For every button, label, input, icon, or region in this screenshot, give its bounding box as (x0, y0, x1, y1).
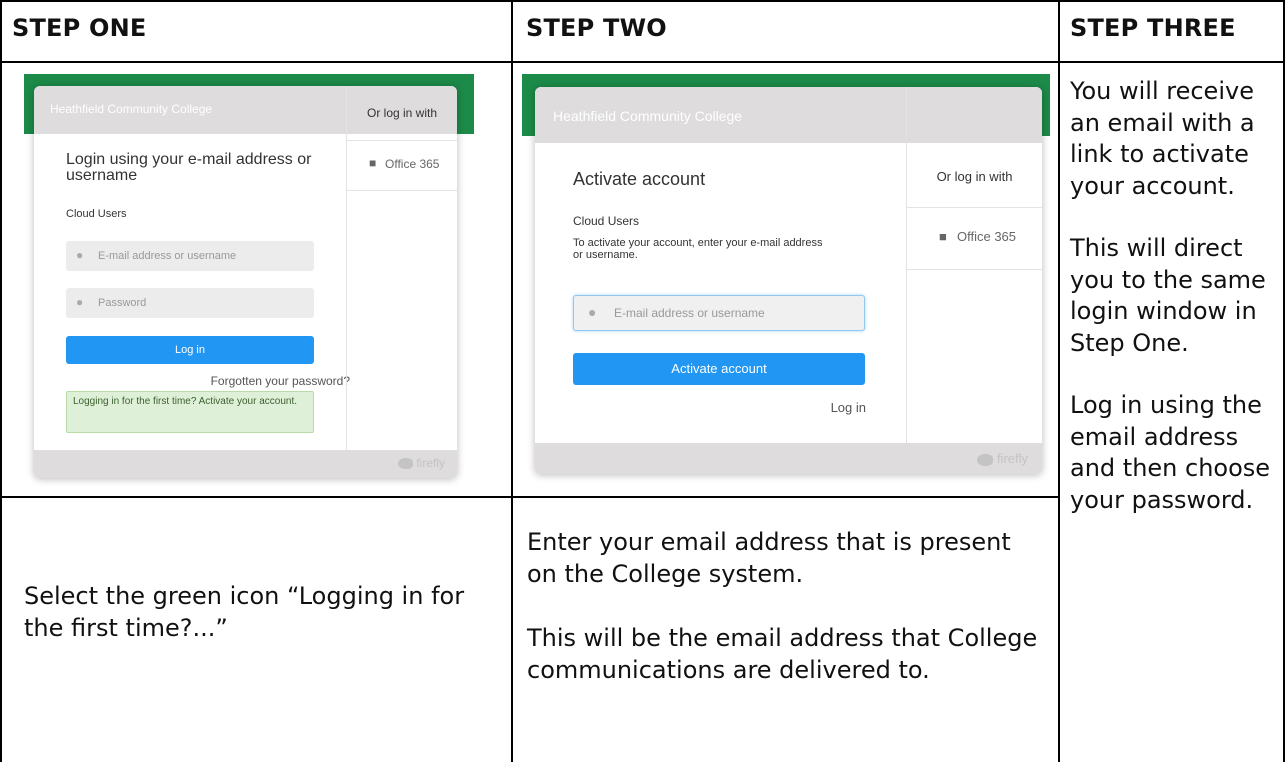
table-column-divider-2 (1058, 0, 1060, 762)
cloud-users-label: Cloud Users (66, 208, 127, 220)
step-one-login-screenshot: Heathfield Community College Login using… (24, 74, 474, 486)
alt-login-sidebar: Or log in with ■ Office 365 (906, 87, 1042, 443)
email-placeholder: E-mail address or username (98, 250, 237, 262)
user-icon: ● (588, 304, 597, 320)
activate-description: To activate your account, enter your e-m… (573, 237, 823, 261)
office-icon: ■ (939, 229, 947, 244)
or-log-in-with-row: Or log in with (347, 86, 457, 141)
password-placeholder: Password (98, 297, 147, 309)
office-365-option[interactable]: ■ Office 365 (347, 140, 457, 191)
forgot-password-link[interactable]: Forgotten your password? (211, 374, 350, 388)
step-three-para-3: Log in using the email address and then … (1070, 391, 1271, 514)
login-card: Heathfield Community College Login using… (34, 86, 457, 478)
office-label: Office 365 (385, 157, 440, 171)
alt-login-sidebar: Or log in with ■ Office 365 (346, 86, 457, 450)
step-three-instructions: You will receive an email with a link to… (1070, 76, 1280, 516)
activate-card: Heathfield Community College Activate ac… (535, 87, 1042, 474)
activate-title: Activate account (573, 169, 706, 189)
header-step-one: STEP ONE (12, 14, 147, 42)
activate-account-button[interactable]: Activate account (573, 353, 865, 385)
header-step-two: STEP TWO (526, 14, 667, 42)
email-field[interactable]: ● E-mail address or username (66, 241, 314, 271)
firefly-icon (397, 458, 413, 470)
login-link[interactable]: Log in (831, 400, 866, 415)
step-one-instruction-text: Select the green icon “Logging in for th… (24, 582, 465, 642)
or-log-in-with-label: Or log in with (936, 169, 1013, 184)
password-field[interactable]: ● Password (66, 288, 314, 318)
cloud-users-label: Cloud Users (573, 214, 640, 228)
step-two-instruction-2: This will be the email address that Coll… (527, 624, 1038, 684)
step-three-para-2: This will direct you to the same login w… (1070, 234, 1266, 357)
table-column-divider-1 (511, 0, 513, 762)
table-header-divider (0, 61, 1285, 63)
header-step-three: STEP THREE (1070, 14, 1236, 42)
step-three-para-1: You will receive an email with a link to… (1070, 77, 1255, 200)
firefly-brand: firefly (416, 456, 445, 470)
step-two-instructions: Enter your email address that is present… (527, 526, 1047, 686)
email-placeholder: E-mail address or username (614, 306, 765, 320)
or-log-in-with-row: Or log in with (907, 143, 1042, 208)
firefly-logo: firefly (397, 456, 445, 470)
card-footer: firefly (535, 443, 1042, 474)
step-two-activate-screenshot: Heathfield Community College Activate ac… (522, 74, 1050, 489)
office-365-option[interactable]: ■ Office 365 (907, 207, 1042, 270)
college-name: Heathfield Community College (553, 108, 743, 124)
first-time-notice[interactable]: Logging in for the first time? Activate … (66, 391, 314, 433)
step-two-instruction-1: Enter your email address that is present… (527, 528, 1011, 588)
firefly-logo: firefly (977, 451, 1028, 466)
firefly-brand: firefly (996, 451, 1028, 466)
lock-icon: ● (76, 295, 84, 309)
table-border-top (0, 0, 1285, 2)
office-label: Office 365 (957, 229, 1017, 244)
office-icon: ■ (369, 156, 377, 170)
college-name: Heathfield Community College (50, 102, 213, 116)
firefly-icon (977, 453, 994, 466)
table-row-divider (0, 496, 1060, 498)
card-footer: firefly (34, 450, 457, 478)
user-icon: ● (76, 248, 84, 262)
or-log-in-with-label: Or log in with (366, 106, 438, 120)
login-button[interactable]: Log in (66, 336, 314, 364)
table-border-left (0, 0, 2, 762)
email-field[interactable]: ● E-mail address or username (573, 295, 865, 331)
login-title: Login using your e-mail address or usern… (66, 151, 312, 184)
step-one-instruction: Select the green icon “Logging in for th… (24, 580, 494, 644)
